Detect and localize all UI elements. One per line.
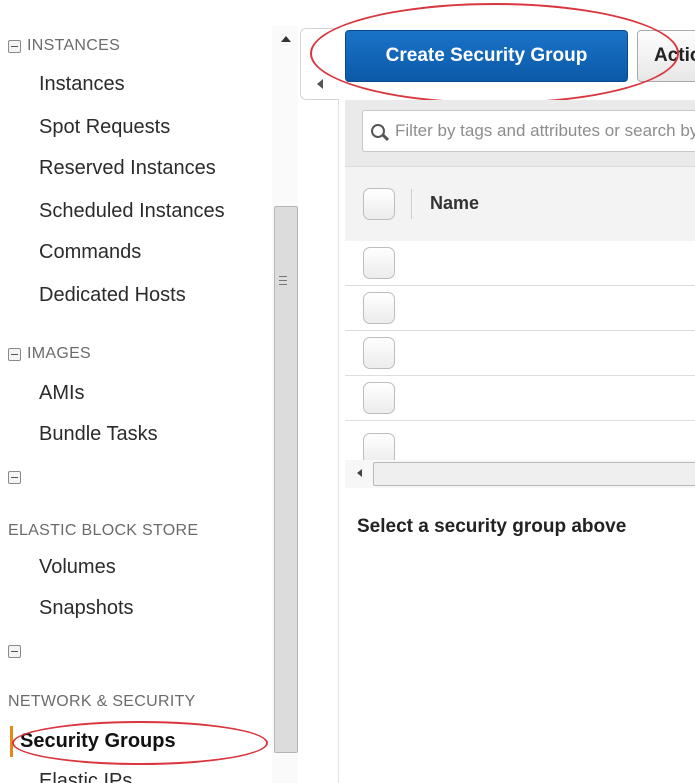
- sidebar-item-amis[interactable]: AMIs: [39, 382, 85, 405]
- sidebar-item-dedicated-hosts[interactable]: Dedicated Hosts: [39, 284, 186, 307]
- collapse-icon[interactable]: [8, 39, 21, 53]
- section-ebs-toggle[interactable]: [8, 471, 27, 484]
- details-empty-message: Select a security group above: [357, 516, 627, 537]
- sidebar-item-scheduled-instances[interactable]: Scheduled Instances: [39, 200, 225, 223]
- collapse-sidebar-toggle[interactable]: [300, 28, 339, 100]
- collapse-icon[interactable]: [8, 347, 21, 361]
- table-row[interactable]: [345, 241, 695, 286]
- sidebar-item-instances[interactable]: Instances: [39, 73, 125, 96]
- table-row[interactable]: [345, 421, 695, 460]
- section-network-title: NETWORK & SECURITY: [8, 693, 196, 710]
- sidebar-item-elastic-ips[interactable]: Elastic IPs: [39, 770, 132, 783]
- section-network-toggle[interactable]: [8, 645, 27, 658]
- collapse-left-icon: [317, 79, 323, 89]
- sidebar-scrollbar[interactable]: [272, 26, 298, 783]
- scrollbar-thumb[interactable]: [274, 206, 298, 753]
- active-item-marker: [10, 726, 13, 757]
- select-all-checkbox[interactable]: [363, 188, 395, 220]
- navigation-sidebar: INSTANCES Instances Spot Requests Reserv…: [0, 0, 272, 783]
- section-instances-title: INSTANCES: [27, 37, 121, 54]
- filter-bar: Filter by tags and attributes or search …: [345, 100, 695, 166]
- sidebar-item-reserved-instances[interactable]: Reserved Instances: [39, 157, 216, 180]
- table-horizontal-scrollbar[interactable]: [345, 460, 695, 488]
- section-ebs-title: ELASTIC BLOCK STORE: [8, 522, 199, 539]
- collapse-icon[interactable]: [8, 471, 21, 484]
- sidebar-item-volumes[interactable]: Volumes: [39, 556, 116, 579]
- actions-button[interactable]: Actions: [637, 30, 695, 82]
- row-checkbox[interactable]: [363, 382, 395, 414]
- panel-divider: [338, 100, 339, 783]
- search-icon: [371, 124, 385, 138]
- table-row[interactable]: [345, 331, 695, 376]
- sidebar-item-bundle-tasks[interactable]: Bundle Tasks: [39, 423, 158, 446]
- scroll-left-icon[interactable]: [357, 469, 362, 477]
- table-header: Name: [345, 166, 695, 242]
- grip-icon: [279, 276, 287, 286]
- section-images-title: IMAGES: [27, 345, 92, 362]
- table-row[interactable]: [345, 286, 695, 331]
- column-separator: [411, 189, 412, 219]
- sidebar-item-commands[interactable]: Commands: [39, 241, 141, 264]
- scroll-up-icon[interactable]: [281, 36, 291, 42]
- row-checkbox[interactable]: [363, 337, 395, 369]
- column-header-name[interactable]: Name: [430, 193, 479, 214]
- sidebar-item-snapshots[interactable]: Snapshots: [39, 597, 134, 620]
- row-checkbox[interactable]: [363, 433, 395, 460]
- sidebar-item-spot-requests[interactable]: Spot Requests: [39, 116, 170, 139]
- collapse-icon[interactable]: [8, 645, 21, 658]
- section-instances-header[interactable]: INSTANCES: [8, 37, 120, 55]
- row-checkbox[interactable]: [363, 292, 395, 324]
- sidebar-item-security-groups[interactable]: Security Groups: [20, 730, 176, 753]
- filter-search-input[interactable]: Filter by tags and attributes or search …: [362, 110, 695, 152]
- row-checkbox[interactable]: [363, 247, 395, 279]
- create-security-group-button[interactable]: Create Security Group: [345, 30, 628, 82]
- table-row[interactable]: [345, 376, 695, 421]
- filter-placeholder: Filter by tags and attributes or search …: [395, 121, 695, 140]
- horizontal-scrollbar-thumb[interactable]: [373, 462, 695, 486]
- section-images-header[interactable]: IMAGES: [8, 345, 91, 363]
